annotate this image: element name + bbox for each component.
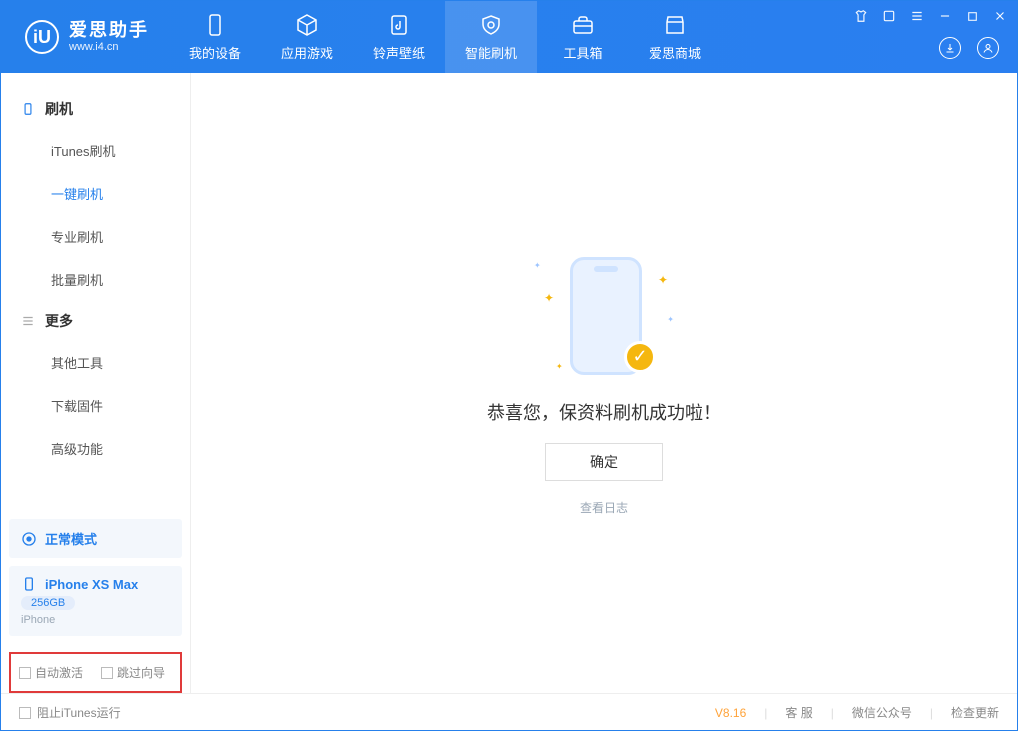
app-name: 爱思助手: [69, 21, 149, 41]
minimize-button[interactable]: [938, 9, 952, 23]
sidebar: 刷机 iTunes刷机 一键刷机 专业刷机 批量刷机 更多 其他工具 下载固件 …: [1, 73, 191, 693]
auto-activate-checkbox[interactable]: 自动激活: [19, 664, 83, 681]
store-icon: [663, 13, 687, 37]
mode-icon: [21, 531, 37, 547]
titlebar-actions: [939, 37, 999, 59]
nav-toolbox[interactable]: 工具箱: [537, 1, 629, 73]
app-url: www.i4.cn: [69, 41, 149, 53]
sidebar-group-more: 更多: [1, 301, 190, 341]
main-nav: 我的设备 应用游戏 铃声壁纸 智能刷机 工具箱 爱思商城: [169, 1, 721, 73]
mode-box[interactable]: 正常模式: [9, 519, 182, 558]
nav-smart-flash[interactable]: 智能刷机: [445, 1, 537, 73]
skip-guide-checkbox[interactable]: 跳过向导: [101, 664, 165, 681]
nav-apps-games[interactable]: 应用游戏: [261, 1, 353, 73]
refresh-shield-icon: [479, 13, 503, 37]
body: 刷机 iTunes刷机 一键刷机 专业刷机 批量刷机 更多 其他工具 下载固件 …: [1, 73, 1017, 693]
device-name: iPhone XS Max: [45, 577, 138, 592]
block-itunes-checkbox[interactable]: 阻止iTunes运行: [19, 704, 121, 721]
device-icon: [203, 13, 227, 37]
checkbox-icon: [19, 667, 31, 679]
list-icon: [21, 314, 35, 328]
view-log-link[interactable]: 查看日志: [580, 499, 628, 516]
sidebar-item-itunes-flash[interactable]: iTunes刷机: [1, 129, 190, 172]
download-button[interactable]: [939, 37, 961, 59]
wechat-link[interactable]: 微信公众号: [852, 704, 912, 721]
user-button[interactable]: [977, 37, 999, 59]
version-label: V8.16: [715, 706, 746, 720]
sidebar-group-flash: 刷机: [1, 89, 190, 129]
close-button[interactable]: [993, 9, 1007, 23]
check-update-link[interactable]: 检查更新: [951, 704, 999, 721]
maximize-button[interactable]: [966, 10, 979, 23]
sidebar-item-advanced[interactable]: 高级功能: [1, 427, 190, 470]
music-file-icon: [387, 13, 411, 37]
mode-label: 正常模式: [45, 529, 97, 548]
sidebar-item-download-firmware[interactable]: 下载固件: [1, 384, 190, 427]
device-capacity: 256GB: [21, 596, 75, 610]
checkbox-icon: [19, 707, 31, 719]
sidebar-item-batch-flash[interactable]: 批量刷机: [1, 258, 190, 301]
footer: 阻止iTunes运行 V8.16 | 客 服 | 微信公众号 | 检查更新: [1, 693, 1017, 731]
app-logo: iU 爱思助手 www.i4.cn: [1, 1, 169, 73]
success-illustration: ✦ ✦ ✦ ✦ ✦ ✓: [534, 251, 674, 381]
success-message: 恭喜您，保资料刷机成功啦！: [487, 399, 721, 425]
menu-icon[interactable]: [910, 9, 924, 23]
sidebar-item-oneclick-flash[interactable]: 一键刷机: [1, 172, 190, 215]
support-link[interactable]: 客 服: [785, 704, 812, 721]
window-controls: [854, 9, 1007, 23]
feedback-icon[interactable]: [882, 9, 896, 23]
content-area: ✦ ✦ ✦ ✦ ✦ ✓ 恭喜您，保资料刷机成功啦！ 确定 查看日志: [191, 73, 1017, 693]
nav-ringtones-wallpapers[interactable]: 铃声壁纸: [353, 1, 445, 73]
toolbox-icon: [571, 13, 595, 37]
sidebar-item-other-tools[interactable]: 其他工具: [1, 341, 190, 384]
options-row: 自动激活 跳过向导: [9, 652, 182, 693]
nav-store[interactable]: 爱思商城: [629, 1, 721, 73]
confirm-button[interactable]: 确定: [545, 443, 663, 481]
tshirt-icon[interactable]: [854, 9, 868, 23]
check-badge-icon: ✓: [624, 341, 656, 373]
logo-icon: iU: [25, 20, 59, 54]
device-phone-icon: [21, 576, 37, 592]
titlebar: iU 爱思助手 www.i4.cn 我的设备 应用游戏 铃声壁纸 智能刷机 工具…: [1, 1, 1017, 73]
sidebar-item-pro-flash[interactable]: 专业刷机: [1, 215, 190, 258]
device-type: iPhone: [21, 614, 170, 626]
nav-my-device[interactable]: 我的设备: [169, 1, 261, 73]
device-panel[interactable]: iPhone XS Max 256GB iPhone: [9, 566, 182, 636]
cube-icon: [295, 13, 319, 37]
phone-icon: [21, 102, 35, 116]
checkbox-icon: [101, 667, 113, 679]
